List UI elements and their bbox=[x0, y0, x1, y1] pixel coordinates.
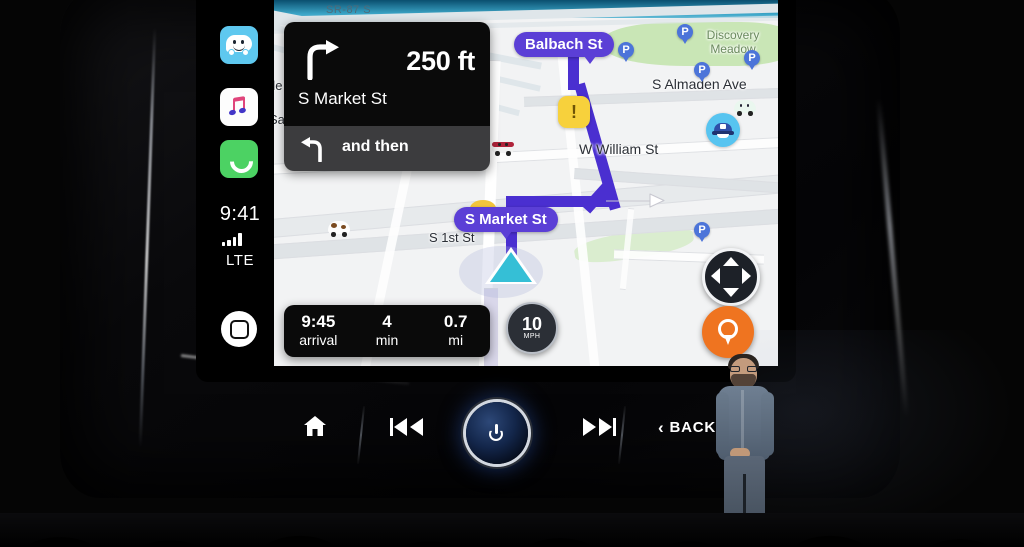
parking-marker[interactable]: P bbox=[744, 50, 760, 70]
power-icon bbox=[488, 424, 506, 442]
eta-min-unit: min bbox=[375, 332, 399, 348]
waze-app-icon[interactable] bbox=[220, 26, 258, 64]
dpad-control[interactable] bbox=[702, 248, 760, 306]
presenter-glasses bbox=[730, 366, 757, 372]
power-knob[interactable] bbox=[466, 402, 528, 464]
presenter-shirt-placket bbox=[741, 390, 744, 456]
waze-map-screen[interactable]: SR-87 S de Sa S Almaden Ave W William St… bbox=[274, 0, 778, 366]
recenter-location-button[interactable] bbox=[702, 306, 754, 358]
parking-marker[interactable]: P bbox=[677, 24, 693, 44]
eta-cell-arrival: 9:45 arrival bbox=[284, 305, 353, 357]
speed-value: 10 bbox=[521, 314, 543, 334]
police-report-icon[interactable] bbox=[706, 113, 740, 147]
nav-primary-row: 250 ft S Market St bbox=[284, 22, 490, 126]
dpad-down-icon[interactable] bbox=[723, 288, 739, 297]
presenter bbox=[700, 352, 790, 532]
speedometer-badge: 10 MPH bbox=[506, 302, 558, 354]
previous-track-icon bbox=[390, 418, 423, 436]
nav-street-name: S Market St bbox=[298, 89, 387, 108]
pill-tail bbox=[583, 56, 596, 64]
dpad-up-icon[interactable] bbox=[723, 257, 739, 266]
bezel-highlight bbox=[138, 28, 157, 448]
next-track-button[interactable] bbox=[580, 416, 616, 443]
carrier-label: LTE bbox=[226, 252, 254, 269]
waze-logo-glyph bbox=[226, 35, 252, 55]
route-segment-4 bbox=[506, 196, 616, 207]
phone-handset-icon bbox=[229, 149, 249, 169]
audience-silhouette bbox=[0, 513, 1024, 547]
mood-cow-icon[interactable] bbox=[328, 221, 350, 239]
eta-dist-value: 0.7 bbox=[443, 312, 468, 331]
turn-left-arrow-icon bbox=[301, 137, 322, 162]
eta-arrival-value: 9:45 bbox=[301, 312, 336, 331]
carplay-sidebar: 9:41 LTE bbox=[204, 0, 274, 366]
presenter-right-arm bbox=[761, 392, 774, 456]
home-icon bbox=[304, 416, 326, 436]
route-label-balbach[interactable]: Balbach St bbox=[514, 32, 614, 64]
route-label-market[interactable]: S Market St bbox=[454, 207, 558, 239]
hardware-control-bar: ‹ BACK bbox=[250, 396, 730, 466]
next-track-icon bbox=[583, 418, 616, 436]
parking-marker[interactable]: P bbox=[694, 222, 710, 242]
stage-scene: 9:41 LTE SR-87 S e a S Almaden Ave W Wil… bbox=[0, 0, 1024, 547]
hazard-warning-icon[interactable]: ! bbox=[558, 96, 590, 128]
home-button[interactable] bbox=[221, 311, 257, 347]
phone-app-icon[interactable] bbox=[220, 140, 258, 178]
parking-marker[interactable]: P bbox=[694, 62, 710, 82]
nav-then-label: and then bbox=[342, 138, 409, 155]
police-cap-glyph bbox=[712, 122, 734, 138]
nav-distance: 250 ft bbox=[406, 46, 475, 76]
dpad-right-icon[interactable] bbox=[742, 268, 751, 284]
previous-track-button[interactable] bbox=[390, 416, 426, 443]
route-label-market-text: S Market St bbox=[465, 211, 547, 228]
sidebar-clock: 9:41 bbox=[219, 203, 261, 225]
clipped-label-de: de bbox=[274, 78, 283, 93]
eta-cell-distance: 0.7 mi bbox=[421, 305, 490, 357]
current-location-arrow bbox=[490, 252, 532, 282]
nav-then-row: and then bbox=[284, 126, 490, 171]
cellular-bars-icon bbox=[222, 233, 242, 246]
parking-marker[interactable]: P bbox=[618, 42, 634, 62]
mood-ninja-icon[interactable] bbox=[492, 140, 514, 158]
dpad-left-icon[interactable] bbox=[711, 268, 720, 284]
hardware-home-button[interactable] bbox=[302, 414, 328, 443]
location-pin-icon bbox=[718, 319, 738, 345]
presenter-left-arm bbox=[716, 392, 729, 456]
speed-unit: MPH bbox=[523, 333, 541, 340]
music-note-icon bbox=[228, 96, 250, 117]
eta-bar[interactable]: 9:45 arrival 4 min 0.7 mi bbox=[284, 305, 490, 357]
route-direction-arrow-icon bbox=[606, 193, 665, 208]
music-app-icon[interactable] bbox=[220, 88, 258, 126]
street-label-first: S 1st St bbox=[429, 230, 475, 245]
street-label-sr87s: SR-87 S bbox=[326, 4, 372, 16]
street-label-william: W William St bbox=[579, 141, 659, 157]
eta-min-value: 4 bbox=[382, 312, 392, 331]
navigation-instruction-card[interactable]: 250 ft S Market St and then bbox=[284, 22, 490, 171]
hazard-glyph: ! bbox=[571, 102, 577, 122]
route-label-balbach-text: Balbach St bbox=[525, 36, 603, 53]
eta-cell-minutes: 4 min bbox=[353, 305, 422, 357]
chevron-left-icon: ‹ bbox=[658, 418, 665, 437]
control-divider bbox=[356, 406, 365, 464]
eta-arrival-unit: arrival bbox=[299, 332, 338, 348]
home-button-glyph bbox=[229, 319, 249, 339]
mood-waze-icon[interactable] bbox=[734, 100, 756, 118]
place-label-discovery-meadow: Discovery Meadow bbox=[706, 28, 760, 56]
control-divider bbox=[617, 406, 626, 464]
eta-dist-unit: mi bbox=[448, 332, 464, 348]
pill-tail bbox=[499, 231, 512, 239]
turn-right-arrow-icon bbox=[307, 40, 339, 80]
